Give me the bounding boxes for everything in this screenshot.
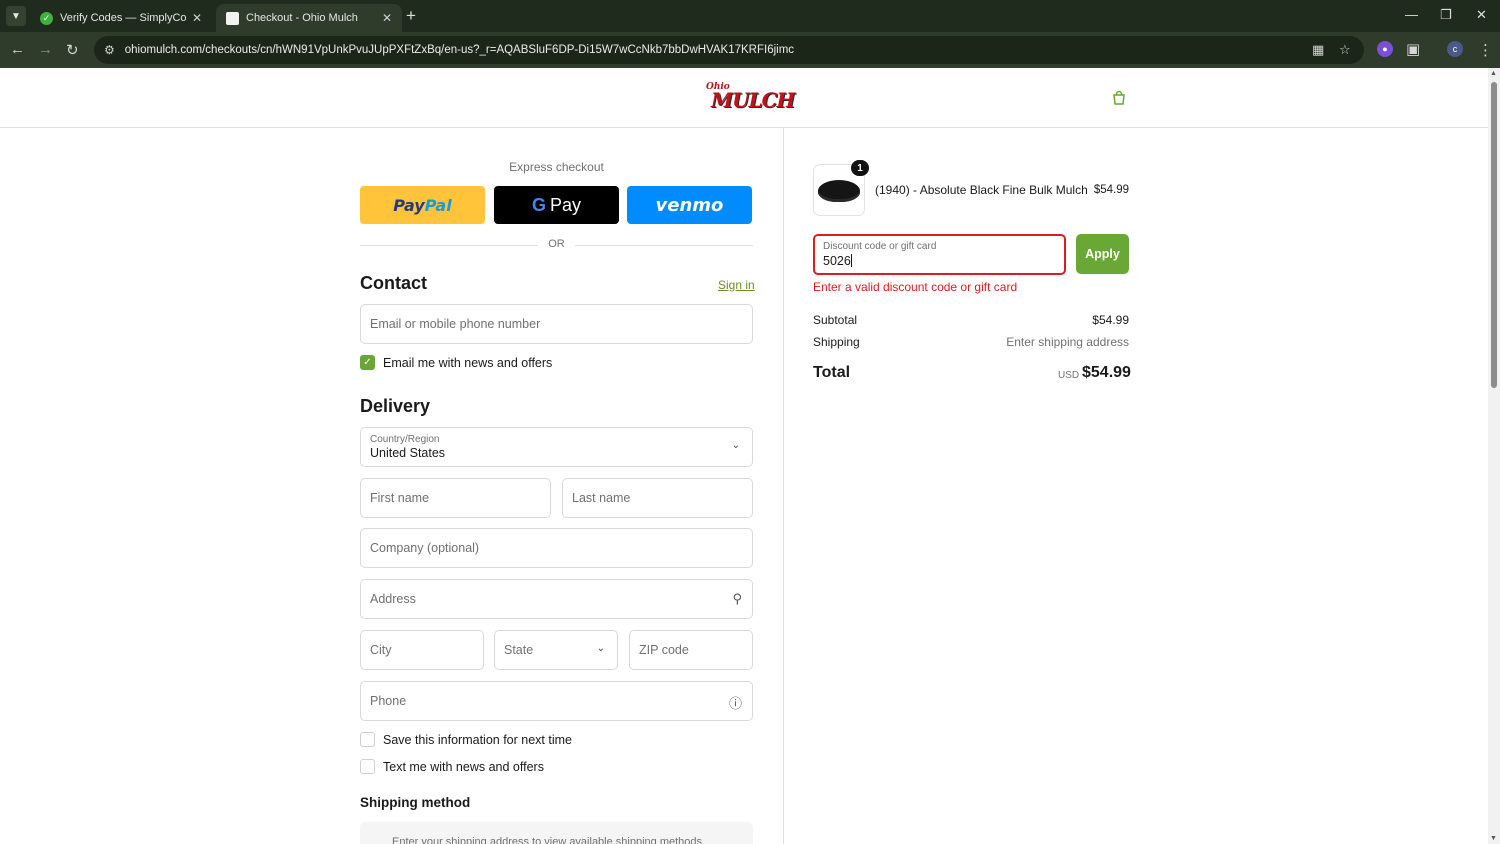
product-name: (1940) - Absolute Black Fine Bulk Mulch: [875, 183, 1088, 197]
chevron-down-icon: ⌄: [731, 440, 740, 451]
scroll-up-icon[interactable]: ▲: [1490, 70, 1497, 77]
profile-avatar[interactable]: c: [1447, 41, 1463, 57]
simplycodes-check-icon: ✓: [40, 11, 53, 25]
scrollbar-thumb[interactable]: [1491, 82, 1497, 388]
tab-title: Checkout - Ohio Mulch: [246, 12, 358, 24]
country-select[interactable]: Country/Region United States ⌄: [360, 427, 753, 467]
google-g-icon: G: [531, 194, 546, 215]
google-pay-button[interactable]: G Pay: [494, 186, 619, 224]
express-checkout-label: Express checkout: [509, 160, 604, 174]
paypal-button[interactable]: Pay Pal: [360, 186, 485, 224]
phone-field[interactable]: Phone ⓘ: [360, 681, 753, 721]
venmo-button[interactable]: venmo: [627, 186, 752, 224]
page-icon: [226, 11, 239, 25]
puzzle-extensions-icon[interactable]: ▣: [1406, 40, 1420, 58]
mulch-image: [818, 180, 860, 202]
translate-icon[interactable]: ▦: [1312, 36, 1324, 64]
checkbox-checked-icon[interactable]: ✓: [360, 355, 375, 370]
scroll-down-icon[interactable]: ▼: [1490, 835, 1497, 842]
address-bar[interactable]: ⚙ ohiomulch.com/checkouts/cn/hWN91VpUnkP…: [94, 36, 1364, 64]
sign-in-link[interactable]: Sign in: [718, 278, 755, 292]
last-name-field[interactable]: Last name: [562, 478, 753, 518]
checkbox-empty-icon[interactable]: [360, 732, 375, 747]
chevron-down-icon: ⌄: [596, 643, 605, 654]
shipping-method-heading: Shipping method: [360, 795, 471, 810]
or-divider: OR: [360, 238, 753, 252]
kebab-menu-icon[interactable]: ⋮: [1478, 41, 1493, 59]
checkout-page: Ohio MULCH Express checkout Pay Pal G Pay …: [0, 68, 1488, 844]
shopping-bag-icon[interactable]: [1111, 90, 1127, 106]
site-info-icon[interactable]: ⚙: [104, 43, 115, 57]
extension-icon[interactable]: ●: [1377, 41, 1393, 57]
window-close-icon[interactable]: ✕: [1476, 7, 1487, 23]
shipping-method-placeholder: Enter your shipping address to view avai…: [360, 822, 753, 844]
city-field[interactable]: City: [360, 630, 484, 670]
column-divider: [783, 128, 784, 844]
apply-discount-button[interactable]: Apply: [1076, 234, 1129, 274]
help-circle-icon[interactable]: ⓘ: [729, 693, 742, 712]
ohio-mulch-logo[interactable]: Ohio MULCH: [706, 82, 795, 114]
zip-field[interactable]: ZIP code: [629, 630, 753, 670]
text-cursor: [850, 254, 852, 267]
tab-title: Verify Codes — SimplyCodes: [60, 12, 186, 24]
delivery-heading: Delivery: [360, 396, 431, 416]
restore-icon[interactable]: ❐: [1440, 7, 1452, 23]
tab-simplycodes[interactable]: ✓ Verify Codes — SimplyCodes ✕: [30, 4, 212, 32]
close-icon[interactable]: ✕: [192, 11, 202, 25]
email-field[interactable]: Email or mobile phone number: [360, 304, 753, 344]
address-field[interactable]: Address ⚲: [360, 579, 753, 619]
tab-search-button[interactable]: ▼: [6, 6, 26, 26]
contact-heading: Contact: [360, 273, 427, 293]
minimize-icon[interactable]: —: [1405, 7, 1418, 22]
text-news-checkbox[interactable]: Text me with news and offers: [360, 759, 544, 774]
checkout-header: Ohio MULCH: [0, 68, 1488, 128]
total-label: Total: [813, 364, 851, 381]
tab-ohio-mulch-checkout[interactable]: Checkout - Ohio Mulch ✕: [216, 4, 402, 32]
reload-icon[interactable]: ↻: [66, 41, 79, 59]
currency-code: USD: [1058, 370, 1080, 381]
search-icon: ⚲: [732, 591, 742, 606]
quantity-badge: 1: [851, 160, 869, 176]
back-arrow-icon[interactable]: ←: [10, 41, 25, 58]
new-tab-plus-icon[interactable]: +: [406, 6, 416, 26]
discount-error-message: Enter a valid discount code or gift card: [813, 280, 1018, 294]
page-scrollbar[interactable]: ▲ ▼: [1488, 68, 1500, 844]
checkbox-empty-icon[interactable]: [360, 759, 375, 774]
browser-tab-strip: ▼ ✓ Verify Codes — SimplyCodes ✕ Checkou…: [0, 0, 1500, 32]
discount-code-field[interactable]: Discount code or gift card 5026: [813, 234, 1066, 275]
close-icon[interactable]: ✕: [382, 11, 392, 25]
state-select[interactable]: State ⌄: [494, 630, 618, 670]
email-news-checkbox[interactable]: ✓ Email me with news and offers: [360, 355, 552, 370]
url-text: ohiomulch.com/checkouts/cn/hWN91VpUnkPvu…: [124, 44, 795, 56]
save-info-checkbox[interactable]: Save this information for next time: [360, 732, 572, 747]
company-field[interactable]: Company (optional): [360, 528, 753, 568]
total-amount: $54.99: [1082, 364, 1131, 381]
forward-arrow-icon[interactable]: →: [38, 41, 53, 58]
first-name-field[interactable]: First name: [360, 478, 551, 518]
bookmark-star-icon[interactable]: ☆: [1339, 36, 1351, 64]
browser-toolbar: ← → ↻ ⚙ ohiomulch.com/checkouts/cn/hWN91…: [0, 32, 1500, 68]
product-price: $54.99: [1093, 184, 1129, 196]
